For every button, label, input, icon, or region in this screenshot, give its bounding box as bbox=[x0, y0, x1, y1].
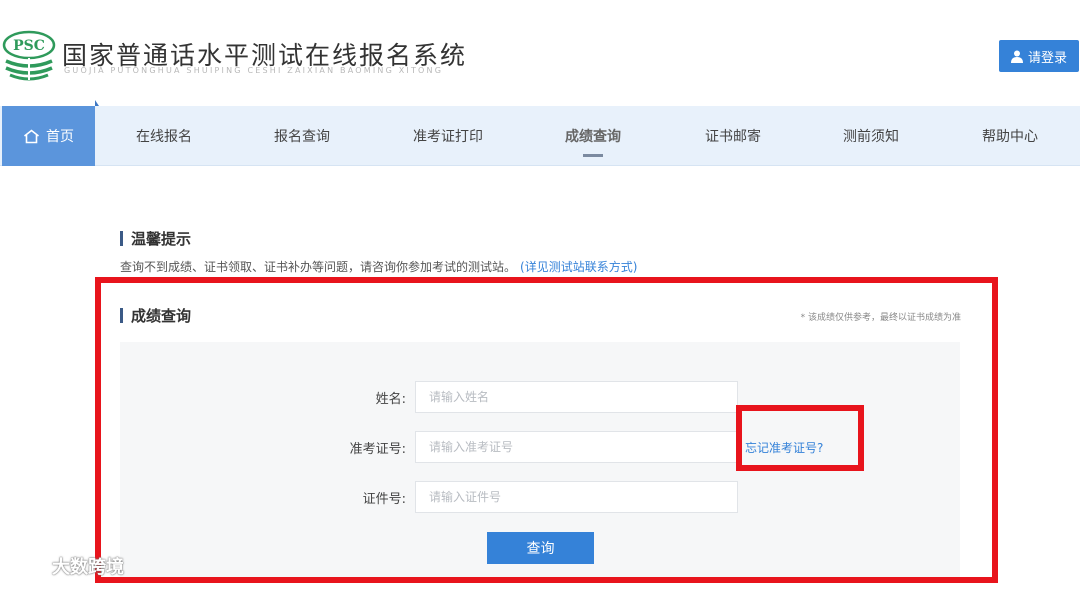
name-label: 姓名: bbox=[375, 392, 406, 407]
section-marker bbox=[120, 308, 123, 323]
forgot-admission-number-link[interactable]: 忘记准考证号? bbox=[745, 439, 823, 456]
psc-logo-icon: PSC bbox=[2, 30, 56, 81]
name-input[interactable] bbox=[415, 381, 738, 413]
nav-item-help-center[interactable]: 帮助中心 bbox=[964, 106, 1056, 166]
nav-item-register-query[interactable]: 报名查询 bbox=[256, 106, 348, 166]
watermark: 大数跨境 bbox=[8, 553, 124, 579]
nav-item-label: 报名查询 bbox=[274, 129, 330, 145]
section-marker bbox=[120, 231, 123, 246]
nav-item-admission-print[interactable]: 准考证打印 bbox=[395, 106, 501, 166]
nav-item-label: 在线报名 bbox=[136, 129, 192, 145]
watermark-logo-icon bbox=[8, 555, 46, 576]
site-header: PSC 国家普通话水平测试在线报名系统 GUOJIA PUTONGHUA SHU… bbox=[0, 0, 1080, 100]
score-query-title: 成绩查询 bbox=[131, 307, 192, 325]
nav-item-score-query[interactable]: 成绩查询 bbox=[547, 106, 639, 166]
nav-item-home[interactable]: 首页 bbox=[2, 100, 99, 166]
nav-item-label: 成绩查询 bbox=[565, 129, 621, 145]
login-label: 请登录 bbox=[1027, 50, 1067, 66]
nav-item-label: 证书邮寄 bbox=[705, 129, 761, 145]
score-query-heading: 成绩查询 bbox=[120, 305, 191, 326]
user-icon bbox=[1010, 50, 1023, 63]
nav-item-label: 测前须知 bbox=[843, 129, 899, 145]
nav-item-pretest-notice[interactable]: 测前须知 bbox=[825, 106, 917, 166]
tips-heading: 温馨提示 bbox=[120, 228, 191, 249]
admission-number-input[interactable] bbox=[415, 431, 738, 463]
home-icon bbox=[24, 128, 39, 143]
test-site-contact-link[interactable]: (详见测试站联系方式) bbox=[520, 260, 637, 274]
admission-number-label: 准考证号: bbox=[349, 442, 406, 457]
score-disclaimer: * 该成绩仅供参考，最终以证书成绩为准 bbox=[800, 313, 961, 323]
logo-text: PSC bbox=[13, 38, 45, 54]
tips-text: 查询不到成绩、证书领取、证书补办等问题，请咨询你参加考试的测试站。 bbox=[120, 260, 517, 274]
tips-text-line: 查询不到成绩、证书领取、证书补办等问题，请咨询你参加考试的测试站。 (详见测试站联… bbox=[120, 258, 637, 275]
nav-item-label: 帮助中心 bbox=[982, 129, 1038, 145]
nav-item-online-register[interactable]: 在线报名 bbox=[118, 106, 210, 166]
id-number-input[interactable] bbox=[415, 481, 738, 513]
nav-home-label: 首页 bbox=[46, 129, 74, 145]
id-number-label: 证件号: bbox=[362, 492, 406, 507]
tips-title: 温馨提示 bbox=[131, 230, 192, 248]
site-subtitle: GUOJIA PUTONGHUA SHUIPING CESHI ZAIXIAN … bbox=[64, 66, 444, 75]
login-button[interactable]: 请登录 bbox=[999, 40, 1079, 72]
page-root: PSC 国家普通话水平测试在线报名系统 GUOJIA PUTONGHUA SHU… bbox=[0, 0, 1080, 589]
nav-item-label: 准考证打印 bbox=[413, 129, 483, 145]
active-tab-indicator bbox=[583, 154, 603, 157]
main-nav: 首页 在线报名 报名查询 准考证打印 成绩查询 证书邮寄 测前须知 帮助中心 bbox=[0, 100, 1080, 166]
nav-item-certificate-mail[interactable]: 证书邮寄 bbox=[687, 106, 779, 166]
watermark-text: 大数跨境 bbox=[52, 557, 124, 578]
query-submit-button[interactable]: 查询 bbox=[487, 532, 594, 564]
